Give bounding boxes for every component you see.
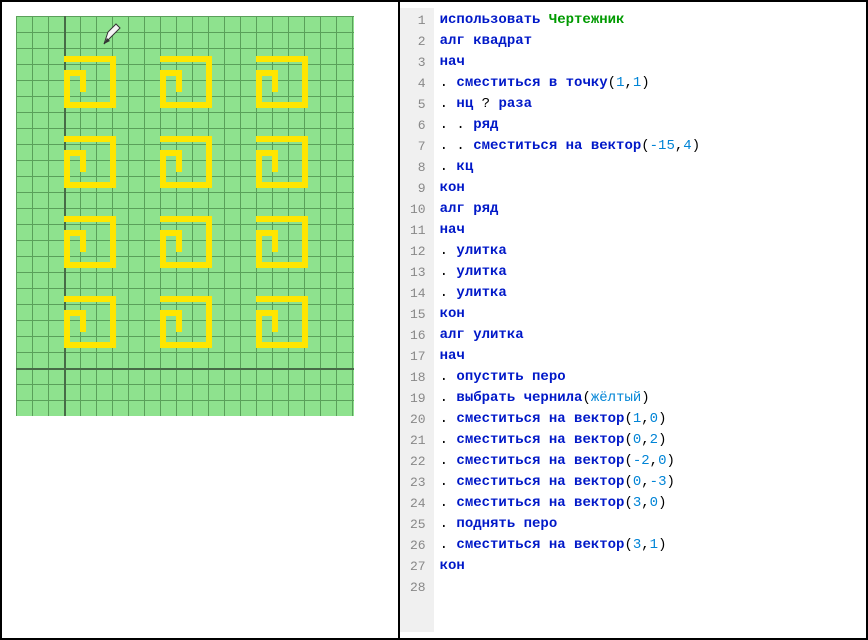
line-number: 8: [410, 157, 426, 178]
line-number: 2: [410, 31, 426, 52]
code-line[interactable]: кон: [440, 178, 700, 199]
snail-shape: [160, 56, 224, 120]
code-line[interactable]: . поднять перо: [440, 514, 700, 535]
snail-shape: [64, 296, 128, 360]
line-number: 1: [410, 10, 426, 31]
y-axis: [64, 16, 66, 416]
snail-shape: [64, 56, 128, 120]
code-line[interactable]: алг квадрат: [440, 31, 700, 52]
line-number: 9: [410, 178, 426, 199]
line-number: 5: [410, 94, 426, 115]
snail-shape: [256, 216, 320, 280]
code-line[interactable]: . сместиться на вектор(-2,0): [440, 451, 700, 472]
snail-shape: [256, 296, 320, 360]
x-axis: [16, 368, 354, 370]
snail-shape: [256, 56, 320, 120]
snail-shape: [160, 296, 224, 360]
snail-shape: [256, 136, 320, 200]
code-line[interactable]: кон: [440, 304, 700, 325]
code-line[interactable]: . улитка: [440, 283, 700, 304]
code-line[interactable]: . улитка: [440, 262, 700, 283]
code-line[interactable]: . . ряд: [440, 115, 700, 136]
line-number: 27: [410, 556, 426, 577]
line-number: 11: [410, 220, 426, 241]
line-number: 22: [410, 451, 426, 472]
line-number: 15: [410, 304, 426, 325]
code-line[interactable]: . сместиться на вектор(3,1): [440, 535, 700, 556]
code-line[interactable]: кон: [440, 556, 700, 577]
snail-shape: [64, 216, 128, 280]
code-line[interactable]: . сместиться на вектор(1,0): [440, 409, 700, 430]
line-number: 21: [410, 430, 426, 451]
line-number: 6: [410, 115, 426, 136]
code-line[interactable]: . сместиться на вектор(0,2): [440, 430, 700, 451]
line-number: 13: [410, 262, 426, 283]
code-line[interactable]: алг ряд: [440, 199, 700, 220]
snail-shape: [160, 216, 224, 280]
line-number: 17: [410, 346, 426, 367]
code-line[interactable]: . улитка: [440, 241, 700, 262]
line-number: 23: [410, 472, 426, 493]
code-line[interactable]: . сместиться на вектор(3,0): [440, 493, 700, 514]
line-number: 16: [410, 325, 426, 346]
code-line[interactable]: нач: [440, 52, 700, 73]
code-line[interactable]: . опустить перо: [440, 367, 700, 388]
app-window: 1234567891011121314151617181920212223242…: [0, 0, 868, 640]
line-number: 28: [410, 577, 426, 598]
code-content[interactable]: использовать Чертежникалг квадратнач. см…: [434, 8, 706, 632]
line-number: 20: [410, 409, 426, 430]
code-line[interactable]: использовать Чертежник: [440, 10, 700, 31]
line-number-gutter: 1234567891011121314151617181920212223242…: [400, 8, 434, 632]
line-number: 12: [410, 241, 426, 262]
code-line[interactable]: нач: [440, 220, 700, 241]
code-line[interactable]: . выбрать чернила(жёлтый): [440, 388, 700, 409]
code-line[interactable]: . кц: [440, 157, 700, 178]
line-number: 3: [410, 52, 426, 73]
grid-canvas[interactable]: [16, 16, 354, 416]
line-number: 4: [410, 73, 426, 94]
code-editor[interactable]: 1234567891011121314151617181920212223242…: [400, 8, 866, 632]
line-number: 19: [410, 388, 426, 409]
code-line[interactable]: . сместиться на вектор(0,-3): [440, 472, 700, 493]
line-number: 25: [410, 514, 426, 535]
line-number: 14: [410, 283, 426, 304]
line-number: 24: [410, 493, 426, 514]
snail-shape: [160, 136, 224, 200]
code-line[interactable]: . сместиться в точку(1,1): [440, 73, 700, 94]
code-line[interactable]: алг улитка: [440, 325, 700, 346]
code-line[interactable]: . . сместиться на вектор(-15,4): [440, 136, 700, 157]
code-line[interactable]: . нц ? раза: [440, 94, 700, 115]
code-line[interactable]: [440, 577, 700, 598]
code-panel: 1234567891011121314151617181920212223242…: [400, 2, 866, 638]
code-line[interactable]: нач: [440, 346, 700, 367]
pencil-icon: [102, 22, 122, 46]
line-number: 18: [410, 367, 426, 388]
line-number: 10: [410, 199, 426, 220]
line-number: 7: [410, 136, 426, 157]
drawing-panel: [2, 2, 400, 638]
line-number: 26: [410, 535, 426, 556]
snail-shape: [64, 136, 128, 200]
